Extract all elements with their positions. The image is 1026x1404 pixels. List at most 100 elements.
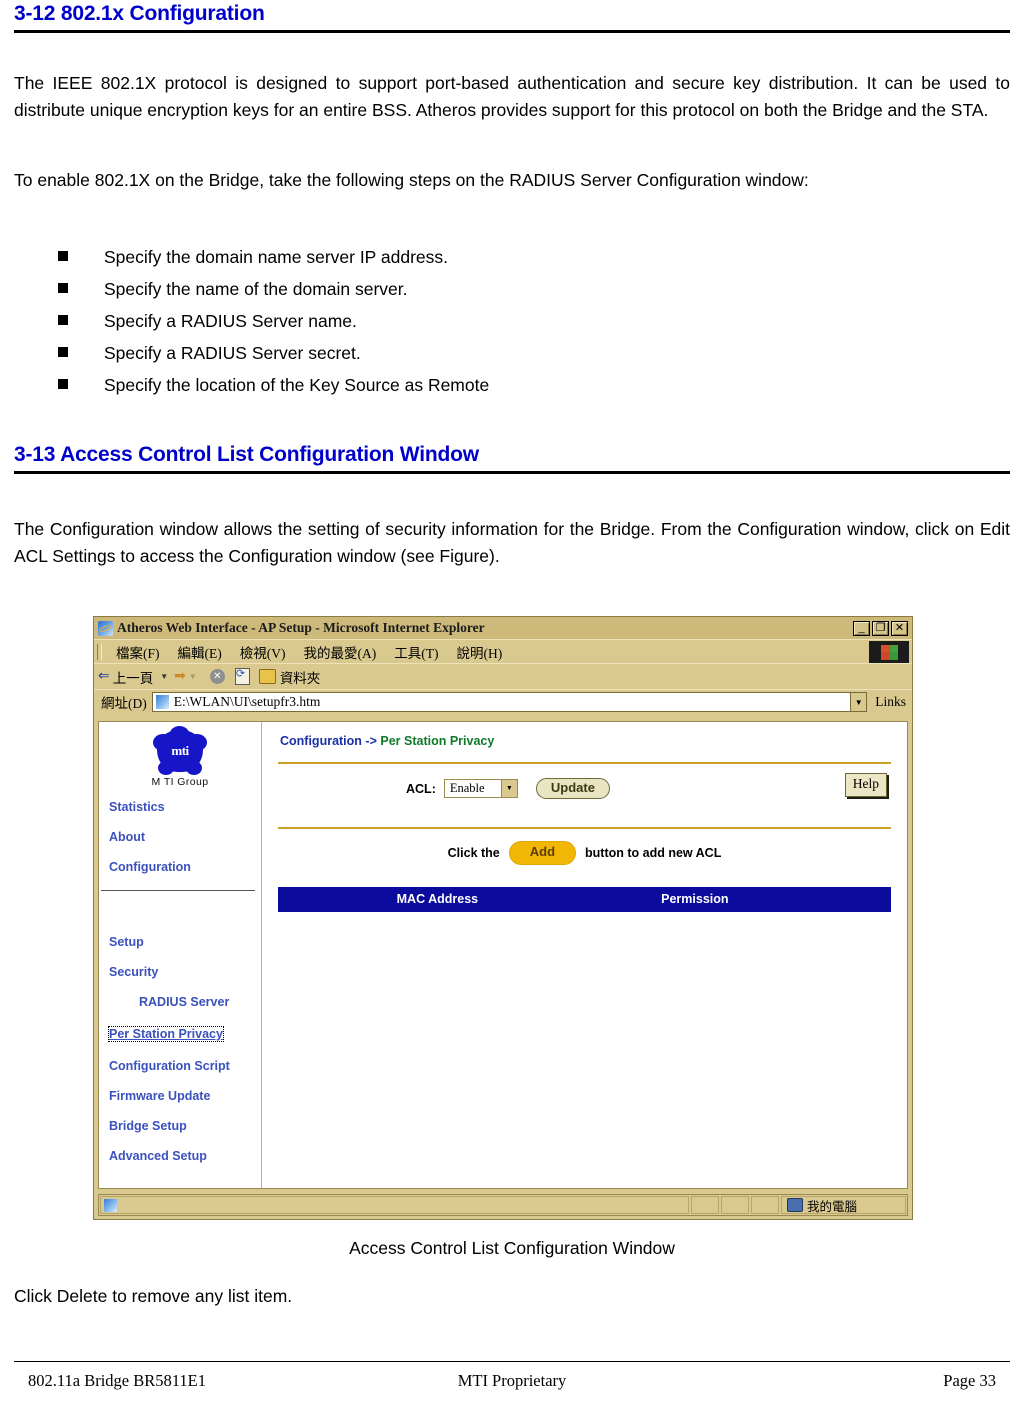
paragraph-click-delete: Click Delete to remove any list item. [14, 1286, 293, 1306]
folder-icon [258, 669, 276, 684]
paragraph-ieee-8021x: The IEEE 802.1X protocol is designed to … [14, 73, 1010, 120]
breadcrumb-part-per-station-privacy: Per Station Privacy [380, 734, 495, 748]
menu-item-tools[interactable]: 工具(T) [385, 642, 447, 662]
security-zone-pane[interactable]: 我的電腦 [781, 1196, 906, 1214]
paragraph-configuration-window: The Configuration window allows the sett… [14, 519, 1010, 566]
close-button[interactable]: ✕ [891, 620, 908, 636]
breadcrumb-part-configuration: Configuration [280, 734, 362, 748]
menu-item-favorites[interactable]: 我的最愛(A) [295, 642, 386, 662]
status-pane-1 [691, 1196, 719, 1214]
browser-toolbar: ⇐ 上一頁 ▼ ➡ ▼ ✕ 資料夾 [94, 663, 912, 689]
menu-grip-handle[interactable] [97, 643, 102, 660]
forward-button[interactable]: ➡ [174, 668, 186, 685]
sidebar-item-radius-server[interactable]: RADIUS Server [99, 987, 261, 1017]
folders-button-label: 資料夾 [279, 670, 321, 686]
footer-center: MTI Proprietary [457, 1371, 567, 1390]
sidebar-item-configuration[interactable]: Configuration [99, 852, 261, 882]
help-button[interactable]: Help [844, 773, 887, 797]
menu-item-view[interactable]: 檢視(V) [231, 642, 295, 662]
acl-selected-value: Enable [444, 780, 501, 798]
page-title-3-13: 3-13 Access Control List Configuration W… [14, 443, 479, 466]
refresh-icon[interactable] [234, 667, 250, 685]
update-button[interactable]: Update [535, 778, 610, 800]
sidebar-item-advanced-setup[interactable]: Advanced Setup [99, 1141, 261, 1171]
square-bullet-icon [58, 315, 68, 325]
page-icon [155, 695, 169, 709]
list-item-label: Specify a RADIUS Server name. [104, 311, 357, 331]
windows-logo-icon [869, 641, 909, 663]
sidebar-item-firmware-update[interactable]: Firmware Update [99, 1081, 261, 1111]
list-item: Specify the name of the domain server. [14, 273, 914, 305]
menu-item-file[interactable]: 檔案(F) [107, 642, 169, 662]
specify-steps-list: Specify the domain name server IP addres… [14, 241, 914, 401]
list-item: Specify the domain name server IP addres… [14, 241, 914, 273]
heading-rule-2 [14, 471, 1010, 474]
web-page-content: mti M TI Group Statistics About Configur… [98, 721, 908, 1189]
add-acl-hint: Click the Add button to add new ACL [276, 829, 893, 880]
internet-explorer-icon [98, 620, 113, 636]
sidebar-item-security[interactable]: Security [99, 957, 261, 987]
column-header-mac-address: MAC Address [396, 891, 479, 906]
acl-select[interactable]: Enable ▼ [443, 779, 518, 799]
footer-divider [14, 1361, 1010, 1362]
document-page: 3-12 802.1x Configuration The IEEE 802.1… [0, 0, 1026, 1404]
webui-sidebar: mti M TI Group Statistics About Configur… [99, 722, 262, 1188]
section-heading-block-1: 3-12 802.1x Configuration [14, 2, 1010, 33]
browser-title-bar: Atheros Web Interface - AP Setup - Micro… [94, 617, 912, 639]
page-footer: 802.11a Bridge BR5811E1 MTI Proprietary … [14, 1371, 1010, 1391]
add-hint-prefix: Click the [447, 845, 500, 860]
address-label: 網址(D) [101, 696, 147, 711]
stop-icon[interactable]: ✕ [209, 669, 225, 684]
list-item: Specify the location of the Key Source a… [14, 369, 914, 401]
figure-caption: Access Control List Configuration Window [349, 1238, 675, 1258]
folders-button[interactable]: 資料夾 [255, 667, 325, 687]
acl-label: ACL: [406, 781, 436, 796]
sidebar-divider [101, 890, 255, 891]
sidebar-item-about[interactable]: About [99, 822, 261, 852]
section-heading-block-2: 3-13 Access Control List Configuration W… [14, 443, 1010, 474]
address-value: E:\WLAN\UI\setupfr3.htm [173, 694, 321, 709]
list-item: Specify a RADIUS Server name. [14, 305, 914, 337]
list-item-label: Specify the location of the Key Source a… [104, 375, 490, 395]
paragraph-enable-8021x: To enable 802.1X on the Bridge, take the… [14, 170, 809, 190]
minimize-button[interactable]: _ [853, 620, 870, 636]
brand-logo: mti M TI Group [99, 726, 261, 792]
page-title-3-12: 3-12 802.1x Configuration [14, 2, 265, 25]
forward-history-chevron-down-icon: ▼ [188, 672, 197, 681]
sidebar-item-configuration-script[interactable]: Configuration Script [99, 1051, 261, 1081]
back-button-label: 上一頁 [112, 670, 154, 686]
address-input[interactable]: E:\WLAN\UI\setupfr3.htm [151, 692, 852, 712]
links-button[interactable]: Links [867, 694, 912, 710]
sidebar-item-bridge-setup[interactable]: Bridge Setup [99, 1111, 261, 1141]
back-history-chevron-down-icon[interactable]: ▼ [160, 672, 168, 681]
restore-button[interactable]: ❐ [872, 620, 889, 636]
column-header-permission: Permission [661, 891, 729, 906]
menu-item-edit[interactable]: 編輯(E) [169, 642, 231, 662]
status-pane-3 [751, 1196, 779, 1214]
sidebar-item-per-station-privacy[interactable]: Per Station Privacy [108, 1026, 224, 1042]
list-item-label: Specify the domain name server IP addres… [104, 247, 449, 267]
breadcrumb: Configuration -> Per Station Privacy [276, 734, 893, 748]
add-button[interactable]: Add [508, 841, 577, 865]
page-status-icon [104, 1198, 117, 1212]
status-message-pane [100, 1196, 689, 1214]
menu-item-help[interactable]: 說明(H) [448, 642, 512, 662]
chevron-down-icon: ▼ [500, 780, 517, 798]
sidebar-item-setup[interactable]: Setup [99, 927, 261, 957]
window-controls: _ ❐ ✕ [853, 620, 910, 636]
logo-wordmark: mti [171, 743, 189, 758]
browser-window-screenshot: Atheros Web Interface - AP Setup - Micro… [93, 616, 913, 1220]
browser-address-bar: 網址(D) E:\WLAN\UI\setupfr3.htm ▼ Links [94, 689, 912, 714]
security-zone-label: 我的電腦 [807, 1199, 858, 1214]
sidebar-item-statistics[interactable]: Statistics [99, 792, 261, 822]
address-chevron-down-icon[interactable]: ▼ [851, 692, 868, 712]
square-bullet-icon [58, 379, 68, 389]
browser-status-bar: 我的電腦 [98, 1194, 908, 1216]
status-pane-2 [721, 1196, 749, 1214]
logo-caption: M TI Group [151, 776, 209, 788]
mti-flower-logo-icon: mti [153, 726, 207, 775]
breadcrumb-separator: -> [361, 734, 381, 748]
heading-rule-1 [14, 30, 1010, 33]
back-button[interactable]: ⇐ 上一頁 [94, 667, 157, 687]
list-item: Specify a RADIUS Server secret. [14, 337, 914, 369]
